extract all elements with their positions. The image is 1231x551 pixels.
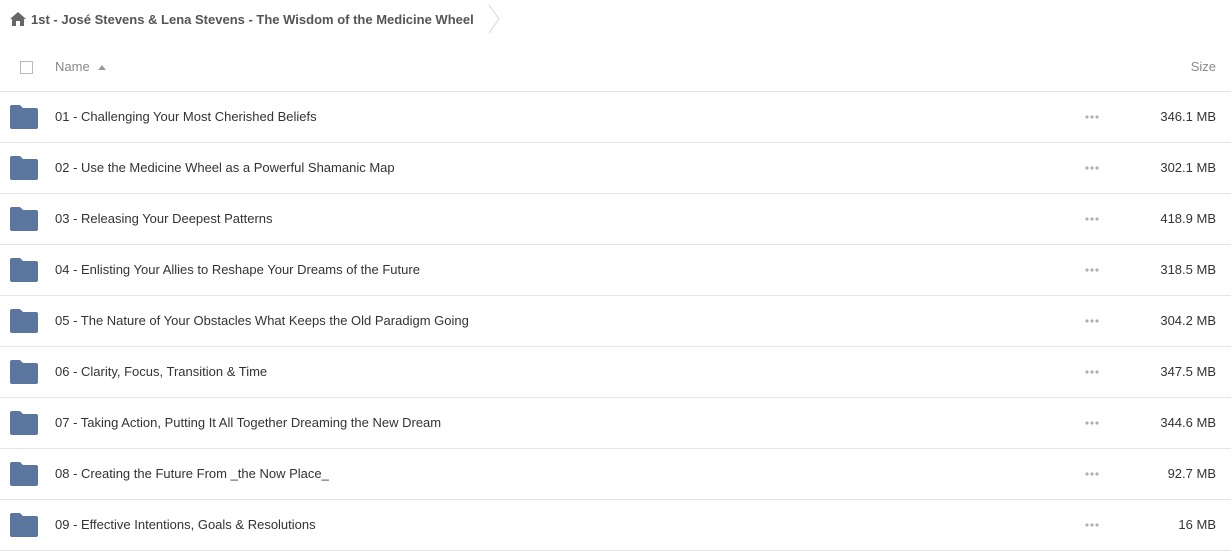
table-row[interactable]: 08 - Creating the Future From _the Now P… [0, 449, 1231, 500]
more-options-icon[interactable] [1084, 316, 1100, 326]
folder-size: 347.5 MB [1160, 364, 1216, 379]
table-row[interactable]: 04 - Enlisting Your Allies to Reshape Yo… [0, 245, 1231, 296]
folder-icon [10, 411, 38, 435]
folder-size: 302.1 MB [1160, 160, 1216, 175]
more-options-icon[interactable] [1084, 112, 1100, 122]
folder-icon [10, 207, 38, 231]
more-options-icon[interactable] [1084, 367, 1100, 377]
file-list: 01 - Challenging Your Most Cherished Bel… [0, 92, 1231, 551]
breadcrumb: 1st - José Stevens & Lena Stevens - The … [10, 5, 500, 33]
folder-size: 346.1 MB [1160, 109, 1216, 124]
name-column-header[interactable]: Name [55, 59, 106, 74]
more-options-icon[interactable] [1084, 214, 1100, 224]
folder-icon [10, 513, 38, 537]
more-options-icon[interactable] [1084, 469, 1100, 479]
folder-icon [10, 309, 38, 333]
table-row[interactable]: 03 - Releasing Your Deepest Patterns 418… [0, 194, 1231, 245]
table-row[interactable]: 01 - Challenging Your Most Cherished Bel… [0, 92, 1231, 143]
table-row[interactable]: 06 - Clarity, Focus, Transition & Time 3… [0, 347, 1231, 398]
name-column-label: Name [55, 59, 90, 74]
folder-icon [10, 105, 38, 129]
folder-size: 16 MB [1178, 517, 1216, 532]
folder-name[interactable]: 04 - Enlisting Your Allies to Reshape Yo… [55, 262, 420, 277]
folder-icon [10, 462, 38, 486]
more-options-icon[interactable] [1084, 265, 1100, 275]
folder-name[interactable]: 09 - Effective Intentions, Goals & Resol… [55, 517, 316, 532]
file-list-header: Name Size [0, 42, 1231, 92]
folder-size: 304.2 MB [1160, 313, 1216, 328]
sort-ascending-icon [97, 64, 106, 70]
more-options-icon[interactable] [1084, 418, 1100, 428]
table-row[interactable]: 02 - Use the Medicine Wheel as a Powerfu… [0, 143, 1231, 194]
table-row[interactable]: 05 - The Nature of Your Obstacles What K… [0, 296, 1231, 347]
folder-name[interactable]: 06 - Clarity, Focus, Transition & Time [55, 364, 267, 379]
table-row[interactable]: 07 - Taking Action, Putting It All Toget… [0, 398, 1231, 449]
select-all-checkbox[interactable] [20, 61, 33, 74]
folder-name[interactable]: 08 - Creating the Future From _the Now P… [55, 466, 329, 481]
more-options-icon[interactable] [1084, 163, 1100, 173]
folder-name[interactable]: 05 - The Nature of Your Obstacles What K… [55, 313, 469, 328]
more-options-icon[interactable] [1084, 520, 1100, 530]
home-icon[interactable] [10, 12, 26, 26]
folder-name[interactable]: 01 - Challenging Your Most Cherished Bel… [55, 109, 317, 124]
table-row[interactable]: 09 - Effective Intentions, Goals & Resol… [0, 500, 1231, 551]
folder-name[interactable]: 02 - Use the Medicine Wheel as a Powerfu… [55, 160, 395, 175]
size-column-header[interactable]: Size [1191, 59, 1216, 74]
folder-size: 344.6 MB [1160, 415, 1216, 430]
folder-icon [10, 156, 38, 180]
folder-size: 418.9 MB [1160, 211, 1216, 226]
folder-name[interactable]: 07 - Taking Action, Putting It All Toget… [55, 415, 441, 430]
folder-icon [10, 360, 38, 384]
folder-icon [10, 258, 38, 282]
folder-size: 92.7 MB [1167, 466, 1216, 481]
breadcrumb-separator-icon [488, 5, 500, 33]
folder-size: 318.5 MB [1160, 262, 1216, 277]
folder-name[interactable]: 03 - Releasing Your Deepest Patterns [55, 211, 273, 226]
breadcrumb-current-folder[interactable]: 1st - José Stevens & Lena Stevens - The … [31, 12, 474, 27]
